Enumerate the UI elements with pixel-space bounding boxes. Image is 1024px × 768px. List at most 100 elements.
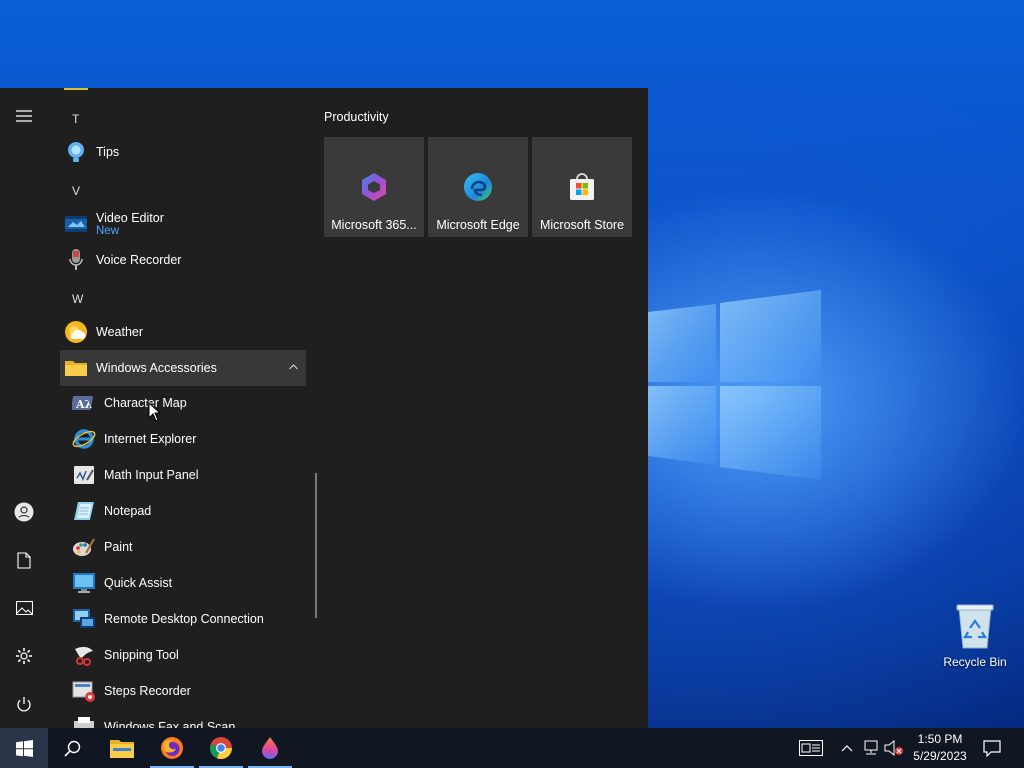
settings-button[interactable] <box>0 632 48 680</box>
app-snipping-tool[interactable]: Snipping Tool <box>60 637 306 673</box>
pictures-icon <box>15 601 33 615</box>
app-label: Notepad <box>104 504 152 518</box>
windows-start-icon <box>15 739 33 757</box>
paint-icon <box>73 538 95 556</box>
app-windows-fax-and-scan[interactable]: Windows Fax and Scan <box>60 709 306 728</box>
app-math-input-panel[interactable]: Math Input Panel <box>60 457 306 493</box>
math-input-panel-icon <box>74 466 94 484</box>
notepad-icon <box>74 502 94 520</box>
app-label: Math Input Panel <box>104 468 199 482</box>
tile-label: Microsoft Edge <box>436 218 520 232</box>
power-icon <box>17 696 31 711</box>
weather-icon <box>65 321 87 343</box>
user-icon <box>14 502 34 522</box>
scissors-icon <box>75 646 93 666</box>
hamburger-icon <box>16 110 32 122</box>
taskbar-firefox[interactable] <box>148 728 196 768</box>
character-map-icon: Aλ <box>72 396 93 411</box>
app-label: Tips <box>96 145 120 159</box>
taskbar-chrome[interactable] <box>197 728 245 768</box>
tile-group-title[interactable]: Productivity <box>324 110 389 124</box>
app-label: Snipping Tool <box>104 648 179 662</box>
tile-microsoft-365[interactable]: Microsoft 365... <box>324 137 424 237</box>
folder-windows-accessories[interactable]: Windows Accessories <box>60 350 306 386</box>
network-button[interactable] <box>861 738 881 758</box>
microsoft-365-icon <box>362 173 386 201</box>
search-icon <box>63 740 80 757</box>
app-label: Video Editor <box>96 211 164 225</box>
chevron-up-icon <box>841 745 853 752</box>
start-menu: T Tips V Video Editor New Voice Recorder… <box>0 88 648 728</box>
firefox-icon <box>161 737 183 759</box>
app-video-editor[interactable]: Video Editor New <box>60 206 306 242</box>
app-character-map[interactable]: Aλ Character Map <box>60 385 306 421</box>
action-center-button[interactable] <box>982 738 1002 758</box>
internet-explorer-icon <box>72 429 96 449</box>
app-remote-desktop[interactable]: Remote Desktop Connection <box>60 601 306 637</box>
app-paint[interactable]: Paint <box>60 529 306 565</box>
show-hidden-icons-button[interactable] <box>837 738 857 758</box>
clock-date: 5/29/2023 <box>913 749 967 763</box>
letter-header-t[interactable]: T <box>72 112 79 126</box>
microphone-icon <box>69 249 83 270</box>
notification-icon <box>983 739 1001 757</box>
app-label: Voice Recorder <box>96 253 182 267</box>
document-icon <box>17 551 31 569</box>
recycle-bin-label: Recycle Bin <box>943 655 1007 669</box>
app-internet-explorer[interactable]: Internet Explorer <box>60 421 306 457</box>
app-voice-recorder[interactable]: Voice Recorder <box>60 242 306 278</box>
app-label: Character Map <box>104 396 187 410</box>
network-icon <box>864 740 878 755</box>
start-button[interactable] <box>0 728 48 768</box>
account-button[interactable] <box>0 488 48 536</box>
app-list: T Tips V Video Editor New Voice Recorder… <box>60 88 310 728</box>
news-icon <box>799 740 823 756</box>
gear-icon <box>16 648 32 664</box>
tile-label: Microsoft 365... <box>331 218 417 232</box>
tips-icon <box>68 142 84 162</box>
tile-label: Microsoft Store <box>539 218 625 232</box>
recycle-bin-icon <box>956 604 994 649</box>
app-weather[interactable]: Weather <box>60 314 306 350</box>
app-label: Paint <box>104 540 133 554</box>
taskbar-app[interactable] <box>246 728 294 768</box>
taskbar-file-explorer[interactable] <box>98 728 146 768</box>
volume-button[interactable] <box>884 738 904 758</box>
app-list-scrollbar[interactable] <box>315 473 317 618</box>
tile-microsoft-store[interactable]: Microsoft Store <box>532 137 632 237</box>
mouse-cursor <box>148 402 162 422</box>
tile-microsoft-edge[interactable]: Microsoft Edge <box>428 137 528 237</box>
letter-header-v[interactable]: V <box>72 184 80 198</box>
app-steps-recorder[interactable]: Steps Recorder <box>60 673 306 709</box>
app-tips[interactable]: Tips <box>60 134 306 170</box>
clock[interactable]: 1:50 PM 5/29/2023 <box>906 731 974 765</box>
app-label: Quick Assist <box>104 576 173 590</box>
expand-button[interactable] <box>0 92 48 140</box>
app-quick-assist[interactable]: Quick Assist <box>60 565 306 601</box>
recycle-bin[interactable]: Recycle Bin <box>940 602 1010 669</box>
taskbar: 1:50 PM 5/29/2023 <box>0 728 1024 768</box>
volume-muted-icon <box>884 740 903 756</box>
start-rail <box>0 88 48 728</box>
app-label: Remote Desktop Connection <box>104 612 264 626</box>
svg-text:Aλ: Aλ <box>75 398 93 411</box>
store-icon <box>570 173 594 200</box>
windows-logo-wallpaper <box>648 290 821 480</box>
pictures-button[interactable] <box>0 584 48 632</box>
file-explorer-icon <box>110 740 134 758</box>
news-and-interests-button[interactable] <box>798 738 824 758</box>
remote-desktop-icon <box>73 609 95 628</box>
drop-app-icon <box>262 737 278 759</box>
app-notepad[interactable]: Notepad <box>60 493 306 529</box>
power-button[interactable] <box>0 680 48 728</box>
quick-assist-icon <box>73 573 95 593</box>
fax-icon <box>74 717 94 728</box>
folder-label: Windows Accessories <box>96 361 217 375</box>
folder-icon <box>65 361 87 376</box>
letter-header-w[interactable]: W <box>72 292 83 306</box>
chevron-up-icon <box>289 364 298 370</box>
video-editor-icon <box>65 216 87 232</box>
chrome-icon <box>209 737 233 760</box>
documents-button[interactable] <box>0 536 48 584</box>
search-button[interactable] <box>48 728 96 768</box>
